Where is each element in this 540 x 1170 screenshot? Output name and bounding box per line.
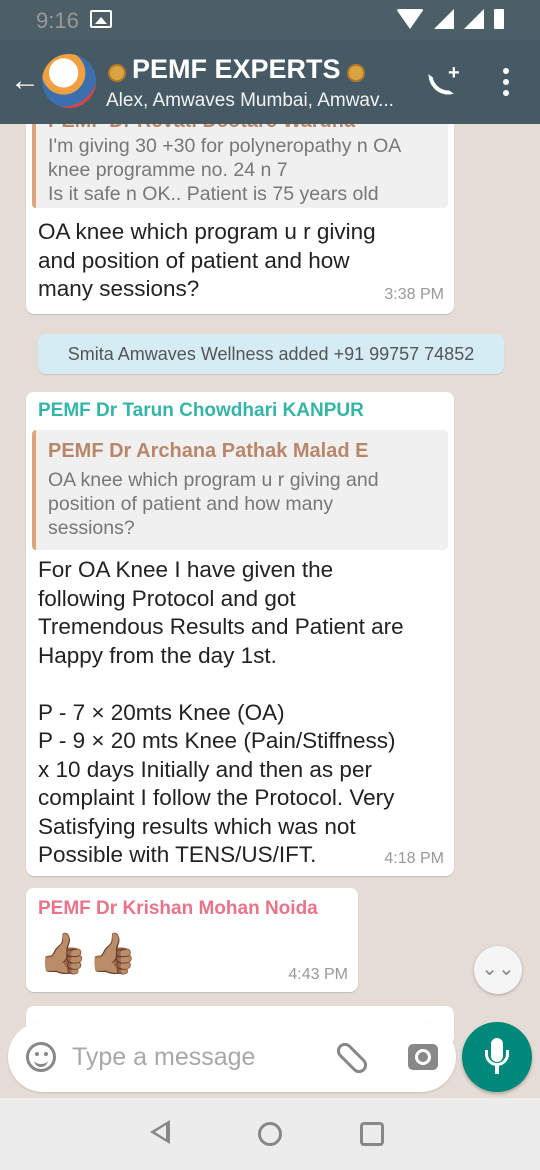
quoted-sender: PEMF Dr Revati Deotare Wardha (48, 124, 355, 133)
quoted-message[interactable]: PEMF Dr Revati Deotare Wardha I'm giving… (32, 124, 448, 208)
arrow-left-icon[interactable]: ← (10, 66, 40, 96)
plus-icon: + (448, 62, 460, 84)
signal-icon (434, 9, 454, 29)
add-call-icon[interactable]: + (428, 62, 464, 98)
message-text: For OA Knee I have given the following P… (38, 557, 404, 867)
quoted-sender: PEMF Dr Archana Pathak Malad E (48, 440, 369, 462)
nav-back-icon[interactable] (150, 1120, 170, 1144)
scroll-to-bottom-button[interactable]: ⌄⌄ (474, 946, 522, 994)
message-sender[interactable]: PEMF Dr Tarun Chowdhari KANPUR (38, 400, 364, 422)
system-nav-bar (0, 1098, 540, 1170)
signal-icon-2 (464, 9, 484, 29)
wifi-icon (396, 9, 424, 29)
message-list[interactable]: PEMF Dr Revati Deotare Wardha I'm giving… (0, 124, 540, 1098)
status-bar: 9:16 (0, 0, 540, 40)
group-avatar[interactable] (42, 54, 96, 108)
status-icons (396, 9, 504, 29)
camera-icon[interactable] (408, 1044, 438, 1070)
status-time: 9:16 (36, 8, 79, 33)
group-title-row[interactable]: PEMF EXPERTS (108, 54, 365, 85)
group-members-subtitle[interactable]: Alex, Amwaves Mumbai, Amwav... (106, 90, 394, 112)
emoji-icon[interactable] (26, 1042, 56, 1072)
system-message: Smita Amwaves Wellness added +91 99757 7… (38, 334, 504, 374)
message-composer (8, 1022, 456, 1092)
quoted-text: I'm giving 30 +30 for polyneropathy n OA… (48, 135, 402, 205)
message-time: 4:43 PM (288, 966, 348, 983)
microphone-button[interactable] (462, 1022, 532, 1092)
battery-icon (494, 9, 504, 29)
message-bubble[interactable]: PEMF Dr Revati Deotare Wardha I'm giving… (26, 124, 454, 314)
gallery-notification-icon (90, 10, 112, 28)
nav-recents-icon[interactable] (360, 1122, 384, 1146)
more-vert-icon[interactable] (500, 68, 512, 96)
nav-home-icon[interactable] (258, 1122, 282, 1146)
message-input[interactable] (72, 1040, 322, 1074)
message-bubble[interactable]: PEMF Dr Krishan Mohan Noida 👍🏽👍🏽 4:43 PM (26, 888, 358, 992)
group-title: PEMF EXPERTS (132, 54, 341, 84)
thumbs-up-emoji: 👍🏽👍🏽 (38, 932, 138, 976)
paperclip-icon[interactable] (333, 1039, 371, 1077)
message-time: 4:18 PM (384, 850, 444, 867)
quoted-text: OA knee which program u r giving and pos… (48, 469, 379, 539)
quoted-message[interactable]: PEMF Dr Archana Pathak Malad E OA knee w… (32, 430, 448, 550)
medal-icon (108, 63, 126, 82)
medal-icon-right (346, 63, 365, 82)
message-bubble[interactable]: PEMF Dr Tarun Chowdhari KANPUR PEMF Dr A… (26, 392, 454, 876)
message-sender[interactable]: PEMF Dr Krishan Mohan Noida (38, 898, 318, 920)
chat-header: ← PEMF EXPERTS Alex, Amwaves Mumbai, Amw… (0, 40, 540, 124)
message-time: 3:38 PM (384, 286, 444, 303)
